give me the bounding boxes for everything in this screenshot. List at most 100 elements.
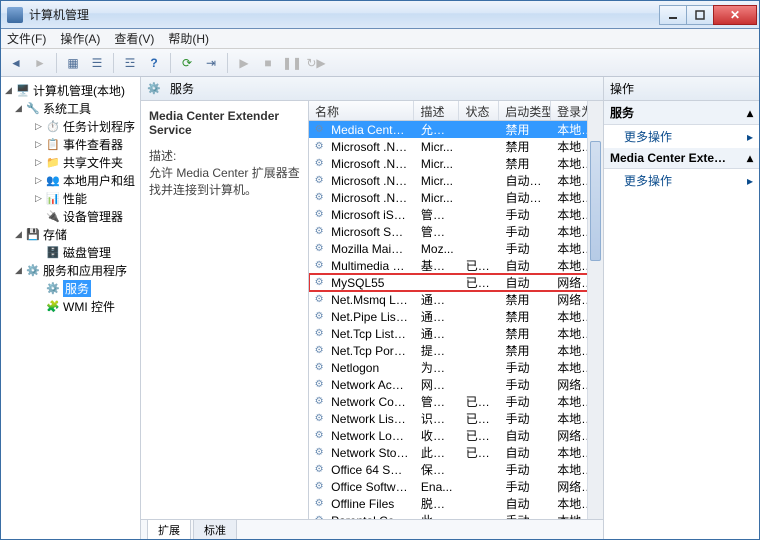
cell-desc: 管理...: [415, 223, 460, 240]
gear-icon: ⚙: [313, 140, 325, 154]
action-group-selected[interactable]: Media Center Extender S...▴: [604, 148, 759, 169]
service-row[interactable]: ⚙Net.Tcp Listener...通过...禁用本地服务: [309, 325, 603, 342]
cell-name: Parental Controls: [325, 514, 415, 520]
service-list[interactable]: ⚙Media Center Ex...允许 ...禁用本地服务⚙Microsof…: [309, 121, 603, 519]
tree-local-users[interactable]: ▷👥本地用户和组: [1, 171, 140, 189]
service-row[interactable]: ⚙Netlogon为用...手动本地系统: [309, 359, 603, 376]
col-status[interactable]: 状态: [459, 101, 499, 120]
service-row[interactable]: ⚙Microsoft Softw...管理...手动本地系统: [309, 223, 603, 240]
service-row[interactable]: ⚙Microsoft .NET F...Micr...禁用本地系统: [309, 138, 603, 155]
cell-name: Net.Pipe Listene...: [325, 310, 415, 324]
tree-storage[interactable]: ◢💾存储: [1, 225, 140, 243]
service-row[interactable]: ⚙Mozilla Mainten...Moz...手动本地系统: [309, 240, 603, 257]
cell-type: 禁用: [499, 308, 551, 325]
gear-icon: ⚙: [313, 514, 325, 520]
tree-root[interactable]: ◢🖥️计算机管理(本地): [1, 81, 140, 99]
chevron-right-icon: ▸: [747, 174, 753, 188]
cell-name: Network Store I...: [325, 446, 415, 460]
cell-name: Mozilla Mainten...: [325, 242, 415, 256]
service-row[interactable]: ⚙Net.Tcp Port Sh...提供...禁用本地服务: [309, 342, 603, 359]
action-more-services[interactable]: 更多操作▸: [604, 125, 759, 148]
minimize-button[interactable]: [659, 5, 687, 25]
export-button[interactable]: ☲: [119, 52, 141, 74]
service-row[interactable]: ⚙Network List Ser...识别...已启动手动本地服务: [309, 410, 603, 427]
service-row[interactable]: ⚙Network Connec...管理...已启动手动本地系统: [309, 393, 603, 410]
cell-status: 已启动: [460, 393, 500, 410]
col-startup-type[interactable]: 启动类型: [499, 101, 551, 120]
tree-services-apps[interactable]: ◢⚙️服务和应用程序: [1, 261, 140, 279]
close-button[interactable]: ✕: [713, 5, 757, 25]
tree-device-manager[interactable]: 🔌设备管理器: [1, 207, 140, 225]
refresh-button[interactable]: ⟳: [176, 52, 198, 74]
back-button[interactable]: ◄: [5, 52, 27, 74]
service-row[interactable]: ⚙Network Locatio...收集...已启动自动网络服务: [309, 427, 603, 444]
scrollbar-thumb[interactable]: [590, 141, 601, 261]
tree-systools[interactable]: ◢🔧系统工具: [1, 99, 140, 117]
service-row[interactable]: ⚙MySQL55已启动自动网络服务: [309, 274, 603, 291]
cell-name: Microsoft .NET F...: [325, 140, 415, 154]
service-row[interactable]: ⚙Microsoft iSCSI I...管理...手动本地系统: [309, 206, 603, 223]
service-row[interactable]: ⚙Office 64 Source...保存...手动本地系统: [309, 461, 603, 478]
maximize-button[interactable]: [686, 5, 714, 25]
tree-event-viewer[interactable]: ▷📋事件查看器: [1, 135, 140, 153]
service-row[interactable]: ⚙Network Store I...此服...已启动自动本地服务: [309, 444, 603, 461]
cell-name: Office Software ...: [325, 480, 415, 494]
service-row[interactable]: ⚙Media Center Ex...允许 ...禁用本地服务: [309, 121, 603, 138]
service-row[interactable]: ⚙Office Software ...Ena...手动网络服务: [309, 478, 603, 495]
cell-type: 手动: [499, 512, 551, 519]
nav-tree[interactable]: ◢🖥️计算机管理(本地) ◢🔧系统工具 ▷⏱️任务计划程序 ▷📋事件查看器 ▷📁…: [1, 77, 141, 539]
menu-file[interactable]: 文件(F): [7, 30, 46, 47]
cell-desc: 此服...: [415, 512, 460, 519]
cell-desc: 提供...: [415, 342, 460, 359]
cell-name: Network Locatio...: [325, 429, 415, 443]
tree-wmi[interactable]: 🧩WMI 控件: [1, 297, 140, 315]
col-desc[interactable]: 描述: [414, 101, 459, 120]
cell-desc: 识别...: [415, 410, 460, 427]
properties-button[interactable]: ☰: [86, 52, 108, 74]
cell-name: Network Access ...: [325, 378, 415, 392]
cell-desc: 收集...: [415, 427, 460, 444]
cell-type: 自动: [499, 274, 551, 291]
stop-service-button: ■: [257, 52, 279, 74]
export-list-button[interactable]: ⇥: [200, 52, 222, 74]
list-scrollbar[interactable]: [587, 101, 603, 519]
menu-view[interactable]: 查看(V): [114, 30, 154, 47]
tab-standard[interactable]: 标准: [193, 519, 237, 539]
service-row[interactable]: ⚙Microsoft .NET F...Micr...自动(延迟...本地系统: [309, 172, 603, 189]
gear-icon: ⚙: [313, 480, 325, 494]
service-row[interactable]: ⚙Multimedia Clas...基于...已启动自动本地系统: [309, 257, 603, 274]
cell-type: 自动(延迟...: [499, 172, 551, 189]
service-row[interactable]: ⚙Net.Pipe Listene...通过...禁用本地服务: [309, 308, 603, 325]
service-row[interactable]: ⚙Offline Files脱机...自动本地系统: [309, 495, 603, 512]
help-button[interactable]: ?: [143, 52, 165, 74]
menu-help[interactable]: 帮助(H): [168, 30, 209, 47]
service-row[interactable]: ⚙Microsoft .NET F...Micr...禁用本地系统: [309, 155, 603, 172]
cell-type: 禁用: [499, 291, 551, 308]
cell-type: 手动: [499, 206, 551, 223]
service-row[interactable]: ⚙Microsoft .NET F...Micr...自动(延迟...本地系统: [309, 189, 603, 206]
tree-performance[interactable]: ▷📊性能: [1, 189, 140, 207]
service-row[interactable]: ⚙Parental Controls此服...手动本地服务: [309, 512, 603, 519]
gear-icon: ⚙: [313, 344, 325, 358]
tree-shared-folders[interactable]: ▷📁共享文件夹: [1, 153, 140, 171]
cell-type: 自动: [499, 427, 551, 444]
cell-name: Net.Tcp Port Sh...: [325, 344, 415, 358]
action-group-services[interactable]: 服务▴: [604, 101, 759, 125]
show-hide-tree-button[interactable]: ▦: [62, 52, 84, 74]
gear-icon: ⚙: [313, 157, 325, 171]
tree-task-scheduler[interactable]: ▷⏱️任务计划程序: [1, 117, 140, 135]
gear-icon: ⚙: [313, 327, 325, 341]
service-row[interactable]: ⚙Net.Msmq Liste...通过...禁用网络服务: [309, 291, 603, 308]
action-more-selected[interactable]: 更多操作▸: [604, 169, 759, 192]
tree-disk-management[interactable]: 🗄️磁盘管理: [1, 243, 140, 261]
col-name[interactable]: 名称: [309, 101, 414, 120]
tree-services[interactable]: ⚙️服务: [1, 279, 140, 297]
cell-name: Network List Ser...: [325, 412, 415, 426]
gear-icon: ⚙: [313, 208, 325, 222]
cell-name: MySQL55: [325, 276, 415, 290]
gear-icon: ⚙: [313, 446, 325, 460]
tab-extended[interactable]: 扩展: [147, 519, 191, 539]
menu-action[interactable]: 操作(A): [60, 30, 100, 47]
cell-desc: 通过...: [415, 308, 460, 325]
service-row[interactable]: ⚙Network Access ...网络...手动网络服务: [309, 376, 603, 393]
